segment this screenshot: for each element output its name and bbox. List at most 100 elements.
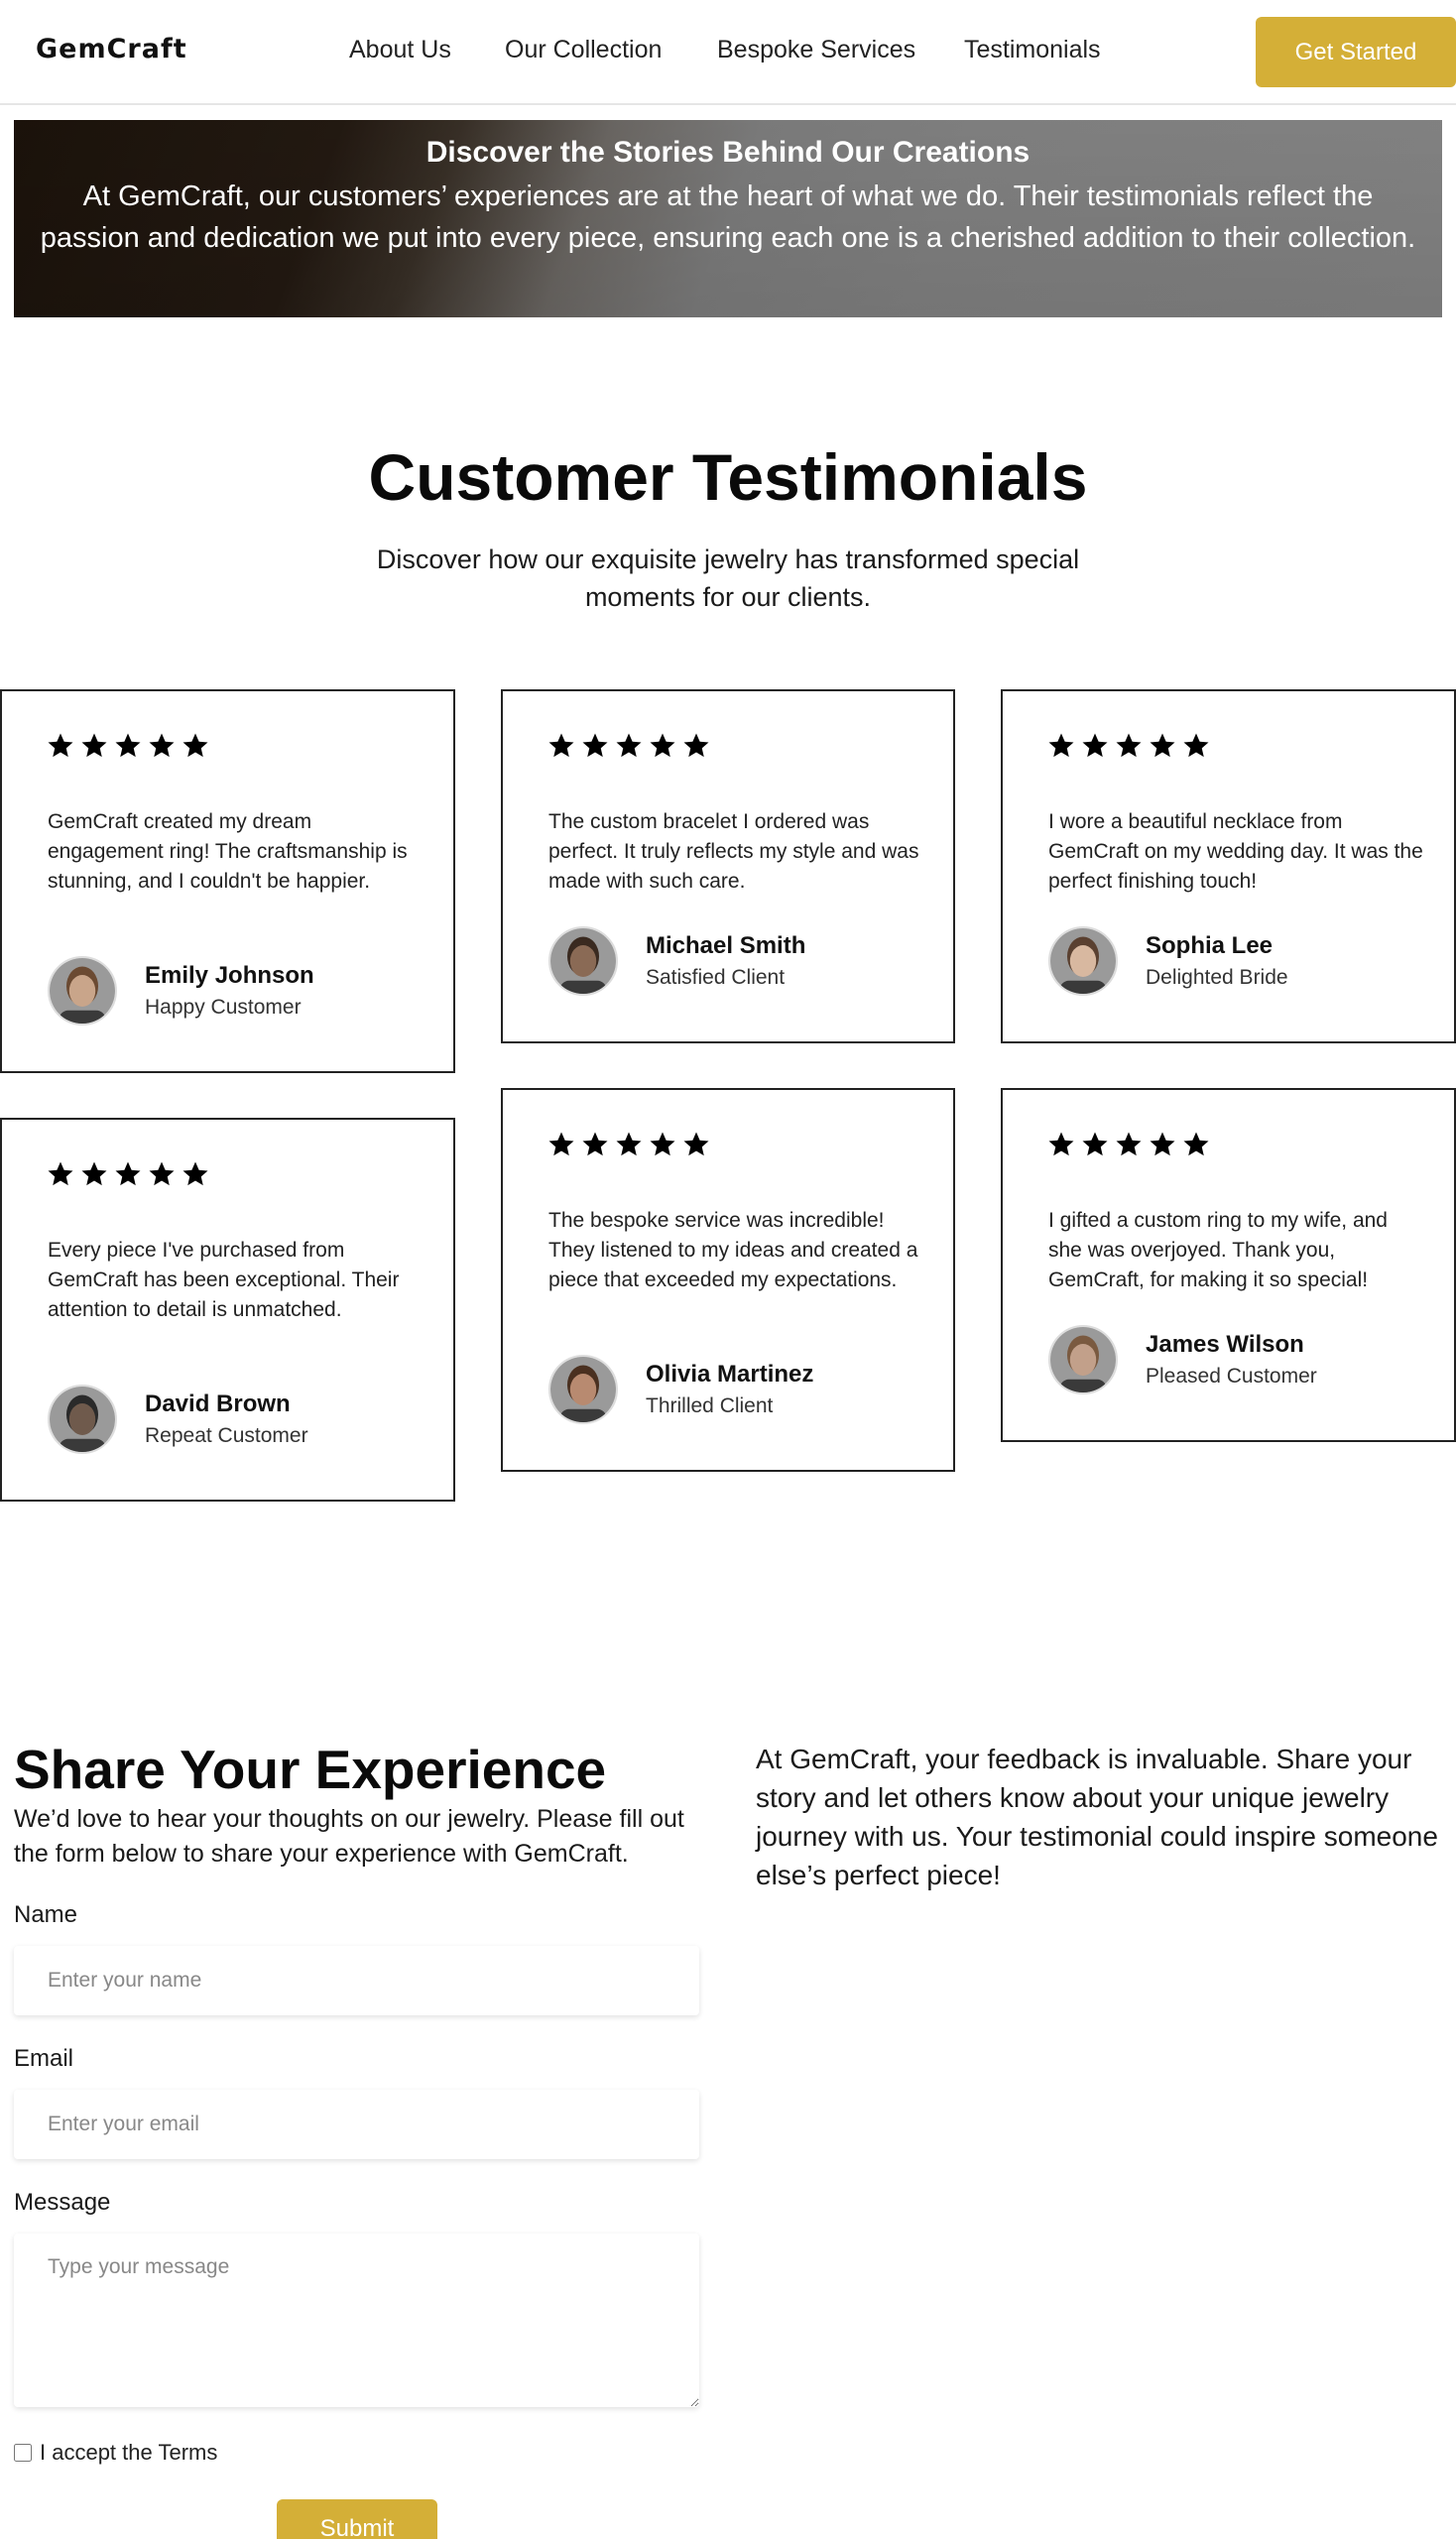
email-input[interactable] (14, 2090, 699, 2159)
terms-checkbox[interactable] (14, 2444, 32, 2462)
testimonials-subtitle: Discover how our exquisite jewelry has t… (376, 544, 1080, 612)
share-title: Share Your Experience (14, 1739, 607, 1800)
person-icon (50, 1387, 115, 1452)
submit-button[interactable]: Submit (277, 2499, 437, 2539)
star-icon (650, 733, 675, 758)
avatar (548, 926, 618, 996)
testimonial-quote: GemCraft created my dream engagement rin… (48, 810, 408, 893)
star-icon (115, 1161, 141, 1186)
reviewer-role: Satisfied Client (646, 966, 786, 989)
testimonial-quote: The bespoke service was incredible! They… (548, 1209, 918, 1291)
reviewer-name: James Wilson (1146, 1331, 1304, 1358)
avatar (1048, 926, 1118, 996)
reviewer-role: Pleased Customer (1146, 1365, 1317, 1388)
star-rating (46, 731, 210, 761)
star-icon (149, 1161, 175, 1186)
star-rating (546, 1130, 711, 1159)
testimonial-card: I wore a beautiful necklace from GemCraf… (1001, 689, 1456, 1043)
name-label: Name (14, 1901, 78, 1928)
testimonial-quote: I wore a beautiful necklace from GemCraf… (1048, 810, 1423, 893)
star-icon (48, 1161, 73, 1186)
star-icon (1116, 733, 1142, 758)
nav-testimonials[interactable]: Testimonials (964, 36, 1101, 64)
star-icon (115, 733, 141, 758)
star-icon (1048, 733, 1074, 758)
star-icon (1150, 1132, 1175, 1156)
star-icon (548, 733, 574, 758)
testimonial-card: The bespoke service was incredible! They… (501, 1088, 955, 1472)
star-icon (548, 1132, 574, 1156)
person-icon (550, 928, 616, 994)
reviewer-name: Michael Smith (646, 932, 806, 959)
person-icon (1050, 928, 1116, 994)
avatar (548, 1355, 618, 1424)
nav-about-us[interactable]: About Us (349, 36, 451, 64)
avatar (48, 1385, 117, 1454)
reviewer: James Wilson Pleased Customer (1048, 1325, 1317, 1394)
star-icon (182, 733, 208, 758)
reviewer-role: Repeat Customer (145, 1424, 308, 1447)
testimonial-quote: The custom bracelet I ordered was perfec… (548, 810, 919, 893)
message-textarea[interactable] (14, 2234, 699, 2407)
star-icon (149, 733, 175, 758)
reviewer: Sophia Lee Delighted Bride (1048, 926, 1288, 996)
reviewer: Olivia Martinez Thrilled Client (548, 1355, 813, 1424)
reviewer: Emily Johnson Happy Customer (48, 956, 314, 1026)
get-started-button[interactable]: Get Started (1256, 17, 1456, 87)
star-icon (1082, 733, 1108, 758)
person-icon (1050, 1327, 1116, 1392)
nav-our-collection[interactable]: Our Collection (505, 36, 662, 64)
terms-label: I accept the Terms (40, 2440, 218, 2465)
testimonial-card: The custom bracelet I ordered was perfec… (501, 689, 955, 1043)
star-rating (46, 1159, 210, 1189)
avatar (1048, 1325, 1118, 1394)
reviewer-role: Happy Customer (145, 996, 302, 1019)
site-header: GemCraft About Us Our Collection Bespoke… (0, 0, 1456, 105)
star-icon (81, 1161, 107, 1186)
testimonial-card: Every piece I've purchased from GemCraft… (0, 1118, 455, 1502)
share-side-text: At GemCraft, your feedback is invaluable… (756, 1744, 1438, 1890)
star-icon (683, 1132, 709, 1156)
message-label: Message (14, 2189, 111, 2216)
star-icon (48, 733, 73, 758)
reviewer-name: Sophia Lee (1146, 932, 1274, 959)
testimonials-title: Customer Testimonials (368, 440, 1088, 514)
hero-title: Discover the Stories Behind Our Creation… (425, 136, 1031, 169)
name-input[interactable] (14, 1946, 699, 2015)
logo[interactable]: GemCraft (36, 34, 187, 64)
star-rating (1046, 731, 1211, 761)
person-icon (550, 1357, 616, 1422)
reviewer-name: Emily Johnson (145, 962, 314, 989)
star-icon (1082, 1132, 1108, 1156)
nav-bespoke-services[interactable]: Bespoke Services (717, 36, 915, 64)
star-icon (650, 1132, 675, 1156)
star-rating (546, 731, 711, 761)
testimonial-quote: Every piece I've purchased from GemCraft… (48, 1239, 400, 1321)
star-icon (1116, 1132, 1142, 1156)
star-icon (582, 733, 608, 758)
star-icon (1048, 1132, 1074, 1156)
star-icon (81, 733, 107, 758)
star-icon (182, 1161, 208, 1186)
star-icon (582, 1132, 608, 1156)
terms-row[interactable]: I accept the Terms (14, 2440, 217, 2466)
reviewer-role: Thrilled Client (646, 1394, 774, 1417)
star-icon (1183, 733, 1209, 758)
star-icon (683, 733, 709, 758)
hero-text: At GemCraft, our customers’ experiences … (40, 181, 1416, 254)
reviewer-name: David Brown (145, 1390, 291, 1417)
star-icon (1183, 1132, 1209, 1156)
testimonial-quote: I gifted a custom ring to my wife, and s… (1048, 1209, 1388, 1291)
testimonial-card: I gifted a custom ring to my wife, and s… (1001, 1088, 1456, 1442)
person-icon (50, 958, 115, 1024)
star-rating (1046, 1130, 1211, 1159)
star-icon (1150, 733, 1175, 758)
reviewer: David Brown Repeat Customer (48, 1385, 308, 1454)
reviewer-role: Delighted Bride (1146, 966, 1288, 989)
reviewer: Michael Smith Satisfied Client (548, 926, 805, 996)
reviewer-name: Olivia Martinez (646, 1361, 814, 1388)
star-icon (616, 1132, 642, 1156)
hero-banner: Discover the Stories Behind Our Creation… (14, 120, 1442, 317)
email-label: Email (14, 2045, 74, 2072)
star-icon (616, 733, 642, 758)
